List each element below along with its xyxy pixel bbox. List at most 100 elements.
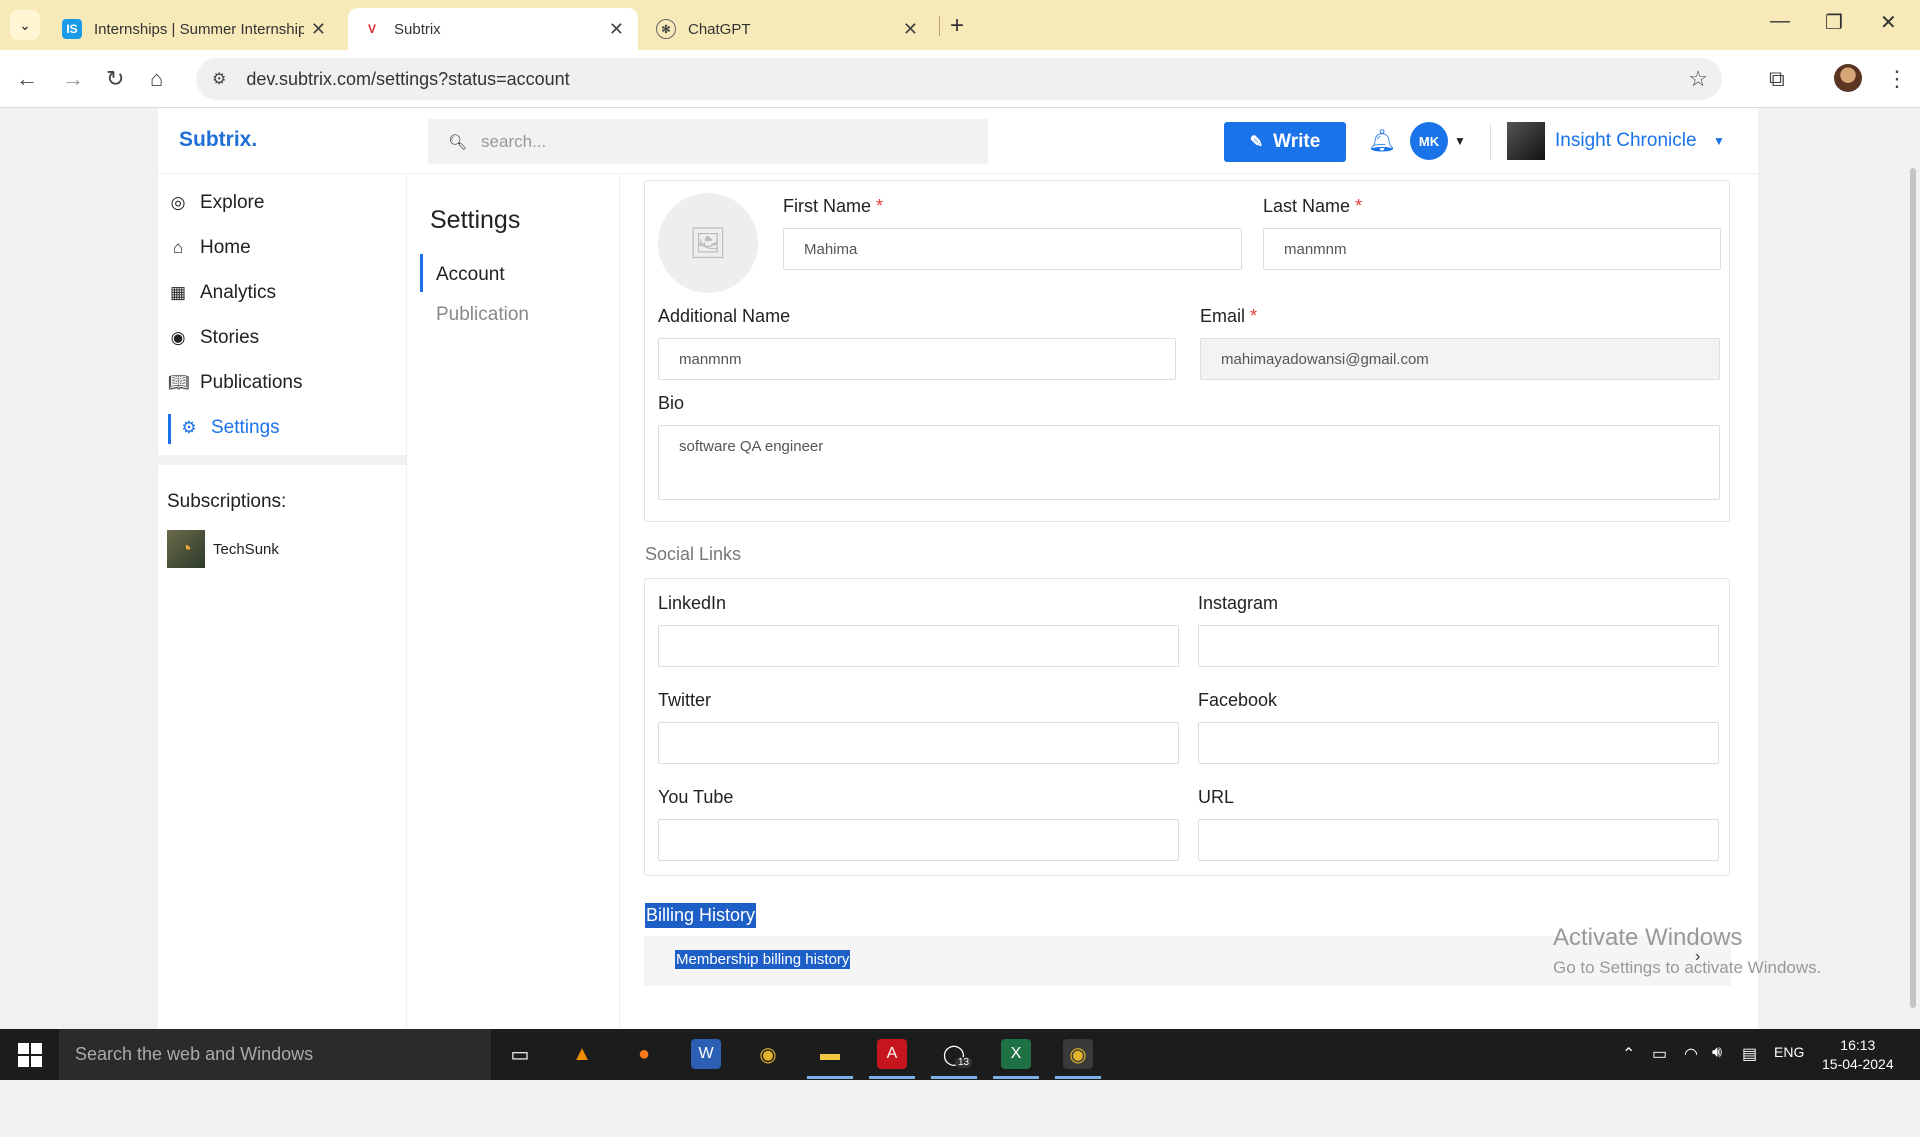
scrollbar-thumb[interactable] [1910,168,1916,1008]
address-bar-row: ← → ↻ ⌂ ⚙ dev.subtrix.com/settings?statu… [0,50,1920,108]
chrome-active-icon[interactable]: ◉ [1063,1039,1093,1069]
back-icon[interactable]: ← [16,66,38,92]
file-explorer-icon[interactable]: ▬ [815,1039,845,1069]
first-name-field[interactable]: Mahima [783,228,1242,270]
battery-icon[interactable]: ▭ [1652,1044,1667,1064]
internshala-favicon-icon: IS [62,19,82,39]
notifications-icon[interactable]: ▤ [1742,1044,1757,1064]
language-indicator[interactable]: ENG [1774,1044,1804,1060]
edit-icon: ✎ [1249,134,1264,151]
more-menu-icon[interactable]: ⋮ [1886,66,1908,92]
sidebar-item-label: Analytics [200,282,277,303]
subscription-name: TechSunk [213,540,279,558]
firefox-icon[interactable]: ● [629,1039,659,1069]
analytics-icon: ▦ [169,283,187,302]
close-tab-icon[interactable]: ✕ [903,19,918,40]
search-icon: 🔍︎ [448,133,468,151]
sidebar-item-analytics[interactable]: ▦ Analytics [168,273,276,313]
url-field[interactable] [1198,819,1719,861]
tab-subtrix[interactable]: V Subtrix ✕ [348,8,638,50]
sidebar-item-label: Home [200,237,251,258]
notification-bell-icon[interactable]: 🔔︎ [1368,128,1396,154]
sidebar-item-stories[interactable]: ◉ Stories [168,318,260,358]
omnibox[interactable]: ⚙ dev.subtrix.com/settings?status=accoun… [196,58,1722,100]
taskbar-search[interactable]: Search the web and Windows [59,1029,491,1080]
divider [619,175,620,1029]
sidebar-item-publications[interactable]: 📖︎ Publications [168,363,302,403]
settings-tab-publication[interactable]: Publication [436,304,529,326]
youtube-label: You Tube [658,787,734,807]
email-field[interactable]: mahimayadowansi@gmail.com [1200,338,1720,380]
sidebar-gap [158,455,406,465]
settings-tab-account[interactable]: Account [436,264,505,286]
tab-title: Internships | Summer Internship [94,20,304,38]
new-tab-icon[interactable]: + [950,12,964,40]
wifi-icon[interactable]: ◠ [1684,1044,1698,1064]
acrobat-icon[interactable]: A [877,1039,907,1069]
minimize-icon[interactable]: — [1770,10,1790,33]
active-indicator [420,254,423,292]
restore-icon[interactable]: ❐ [1825,10,1843,35]
task-view-icon[interactable]: ▭ [505,1039,535,1069]
stories-icon: ◉ [170,328,186,347]
linkedin-label: LinkedIn [658,593,727,613]
linkedin-field[interactable] [658,625,1179,667]
first-name-label: First Name * [783,196,884,216]
sidebar-item-label: Publications [200,372,303,393]
publications-icon: 📖︎ [168,373,190,392]
top-navigation: Subtrix. 🔍︎ search... ✎ Write 🔔︎ MK ▼ In… [158,108,1758,174]
caret-down-icon[interactable]: ▼ [1713,134,1725,148]
sidebar-item-settings[interactable]: ⚙ Settings [179,408,279,448]
settings-icon: ⚙ [181,418,197,437]
home-icon[interactable]: ⌂ [150,66,163,92]
system-clock[interactable]: 16:13 15-04-2024 [1822,1036,1894,1074]
bio-label: Bio [658,393,685,413]
site-settings-icon[interactable]: ⚙ [212,69,226,89]
url-label: URL [1198,787,1235,807]
publication-thumbnail[interactable] [1507,122,1545,160]
instagram-field[interactable] [1198,625,1719,667]
word-icon[interactable]: W [691,1039,721,1069]
caret-down-icon[interactable]: ▼ [1454,134,1466,148]
tab-search-button[interactable]: ⌄ [10,10,40,40]
activate-windows-watermark: Activate Windows Go to Settings to activ… [1553,924,1821,978]
close-window-icon[interactable]: ✕ [1880,10,1897,35]
extensions-icon[interactable]: ⧉ [1769,66,1785,92]
additional-name-field[interactable]: manmnm [658,338,1176,380]
sidebar-item-explore[interactable]: ◎ Explore [168,183,265,223]
user-avatar[interactable]: MK [1410,122,1448,160]
explore-icon: ◎ [170,193,186,212]
subscriptions-title: Subscriptions: [167,491,287,512]
subtrix-favicon-icon: V [367,22,376,36]
excel-icon[interactable]: X [1001,1039,1031,1069]
image-placeholder-icon: 🖼︎ [688,226,728,260]
chrome-icon[interactable]: ◉ [753,1039,783,1069]
close-tab-icon[interactable]: ✕ [311,19,326,40]
publication-switcher[interactable]: Insight Chronicle [1555,130,1697,152]
twitter-field[interactable] [658,722,1179,764]
tab-internships[interactable]: IS Internships | Summer Internship ✕ [48,8,340,50]
tab-chatgpt[interactable]: ✻ ChatGPT ✕ [642,8,932,50]
facebook-field[interactable] [1198,722,1719,764]
vlc-icon[interactable]: ▲ [567,1039,597,1069]
browser-profile-avatar[interactable] [1834,64,1862,92]
forward-icon[interactable]: → [62,66,84,92]
volume-icon[interactable]: 🔊︎ [1712,1044,1722,1062]
subscription-item-techsunk[interactable]: ◔ TechSunk [167,530,279,568]
write-button[interactable]: ✎ Write [1224,122,1346,162]
tab-title: Subtrix [394,20,441,38]
search-input[interactable]: 🔍︎ search... [428,119,988,164]
close-tab-icon[interactable]: ✕ [609,19,624,40]
windows-taskbar: Search the web and Windows ▭ ▲ ● W ◉ ▬ A… [0,1029,1920,1080]
logo[interactable]: Subtrix. [179,128,257,152]
membership-billing-link[interactable]: Membership billing history [675,950,851,969]
youtube-field[interactable] [658,819,1179,861]
bio-textarea[interactable]: software QA engineer [658,425,1720,500]
bookmark-star-icon[interactable]: ☆ [1688,66,1708,92]
last-name-field[interactable]: manmnm [1263,228,1721,270]
reload-icon[interactable]: ↻ [106,66,124,92]
windows-start-icon[interactable] [18,1043,42,1067]
profile-image-placeholder[interactable]: 🖼︎ [658,193,758,293]
show-hidden-icons-icon[interactable]: ⌃ [1622,1044,1635,1064]
sidebar-item-home[interactable]: ⌂ Home [168,228,251,268]
